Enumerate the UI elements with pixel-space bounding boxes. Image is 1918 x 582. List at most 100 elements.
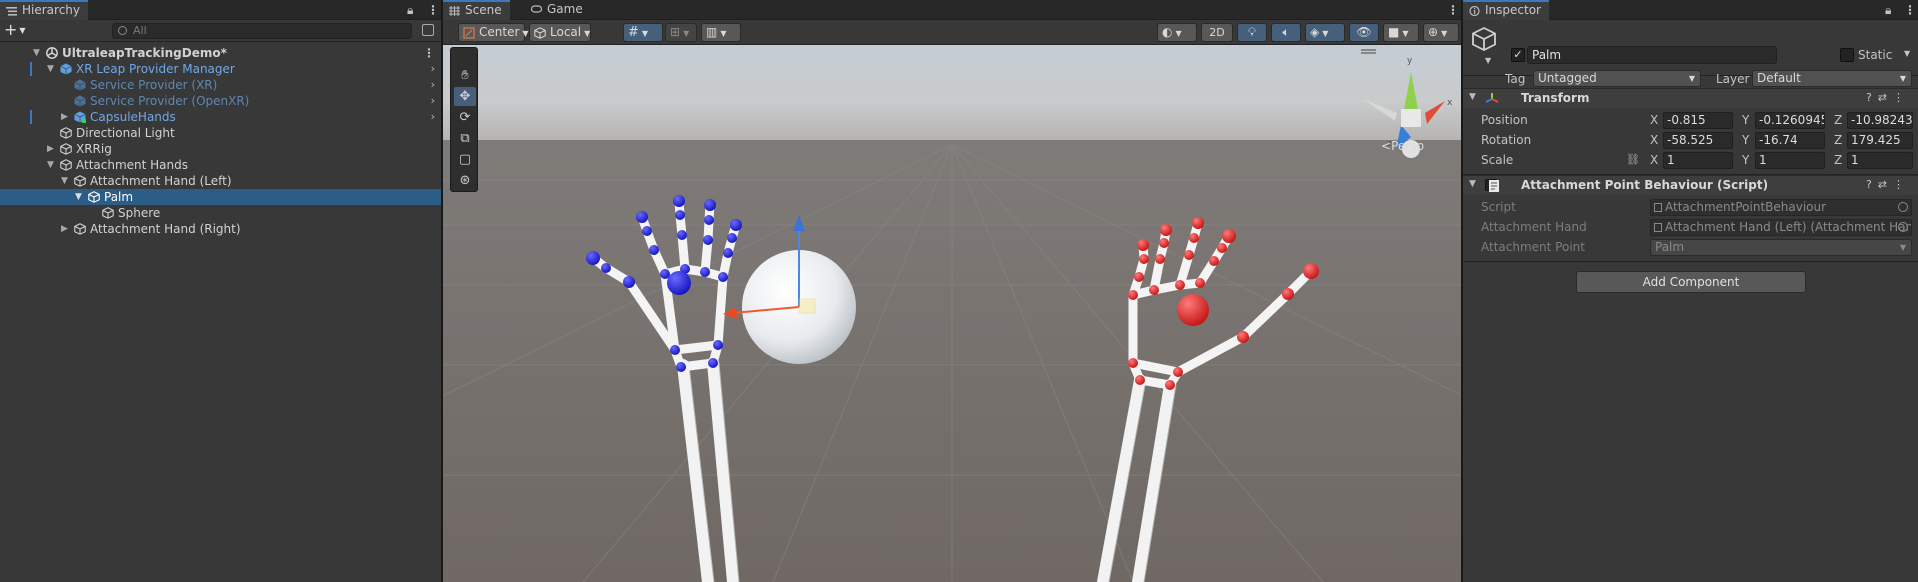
tab-game[interactable]: Game — [525, 0, 591, 20]
preset-icon[interactable]: ⇄ — [1878, 178, 1893, 191]
tree-row-capsule-hands[interactable]: ▶ CapsuleHands › — [0, 109, 441, 125]
position-x-field[interactable]: -0.815 — [1663, 112, 1733, 129]
collapse-arrow-icon[interactable]: ▶ — [61, 109, 68, 125]
tree-row-attachment-hand-left[interactable]: ▼ Attachment Hand (Left) — [0, 173, 441, 189]
tree-row-xr-leap-provider-manager[interactable]: ▼ XR Leap Provider Manager › — [0, 61, 441, 77]
grid-snap-toggle[interactable]: # ▼ — [623, 23, 663, 42]
fold-arrow-icon[interactable]: ▼ — [1469, 92, 1476, 102]
perspective-label[interactable]: <Persp — [1381, 139, 1424, 153]
open-prefab-icon[interactable]: › — [431, 93, 435, 109]
position-z-field[interactable]: -10.98243 — [1847, 112, 1913, 129]
tree-row-xrrig[interactable]: ▶ XRRig — [0, 141, 441, 157]
scale-y-field[interactable]: 1 — [1755, 152, 1825, 169]
open-prefab-icon[interactable]: › — [431, 77, 435, 93]
preset-icon[interactable]: ⇄ — [1878, 91, 1893, 104]
axis-z-label[interactable]: Z — [1834, 113, 1842, 127]
object-name-field[interactable]: Palm — [1527, 46, 1777, 64]
rotation-z-field[interactable]: 179.425 — [1847, 132, 1913, 149]
view-hand-icon[interactable]: ✋︎ — [454, 66, 476, 85]
search-filter-icon[interactable] — [422, 24, 434, 36]
gizmos-dropdown[interactable]: ⊕ ▼ — [1423, 23, 1459, 42]
rotation-x-field[interactable]: -58.525 — [1663, 132, 1733, 149]
axis-y-label[interactable]: Y — [1742, 153, 1749, 167]
tab-inspector[interactable]: Inspector — [1463, 0, 1549, 20]
hierarchy-search-input[interactable]: All — [112, 23, 412, 39]
attachment-hand-field[interactable]: Attachment Hand (Left) (Attachment Hand) — [1650, 219, 1912, 236]
expand-arrow-icon[interactable]: ▼ — [75, 189, 82, 205]
active-checkbox[interactable]: ✓ — [1511, 48, 1525, 62]
tree-row-scene[interactable]: ▼ UltraleapTrackingDemo* ⋮ — [0, 45, 441, 61]
shading-mode-dropdown[interactable]: ◐ ▼ — [1157, 23, 1197, 42]
static-checkbox[interactable] — [1840, 48, 1854, 62]
transform-header[interactable]: ▼ Transform ?⇄⋮ — [1463, 88, 1918, 108]
more-options-icon[interactable]: ⋮ — [1904, 3, 1916, 17]
tree-row-service-provider-openxr[interactable]: Service Provider (OpenXR) › — [0, 93, 441, 109]
layer-dropdown[interactable]: Default ▼ — [1752, 70, 1912, 87]
scale-z-field[interactable]: 1 — [1847, 152, 1913, 169]
axis-y-label[interactable]: Y — [1742, 113, 1749, 127]
static-dropdown-icon[interactable]: ▼ — [1904, 49, 1910, 58]
scale-icon[interactable]: ⧉ — [454, 129, 476, 148]
hidden-objects-toggle[interactable]: 👁︎ — [1349, 23, 1379, 42]
audio-toggle[interactable]: 🔈︎ — [1271, 23, 1301, 42]
open-prefab-icon[interactable]: › — [431, 109, 435, 125]
space-local-dropdown[interactable]: Local ▼ — [529, 23, 591, 42]
tree-row-attachment-hand-right[interactable]: ▶ Attachment Hand (Right) — [0, 221, 441, 237]
object-picker-icon[interactable] — [1898, 222, 1908, 232]
expand-arrow-icon[interactable]: ▼ — [61, 173, 68, 189]
position-y-field[interactable]: -0.1260945 — [1755, 112, 1825, 129]
collapse-arrow-icon[interactable]: ▶ — [61, 221, 68, 237]
attachment-point-dropdown[interactable]: Palm ▼ — [1650, 239, 1912, 256]
tree-row-directional-light[interactable]: Directional Light — [0, 125, 441, 141]
more-options-icon[interactable]: ⋮ — [1447, 3, 1459, 17]
help-icon[interactable]: ? — [1866, 91, 1878, 104]
rect-icon[interactable]: ▢ — [454, 150, 476, 169]
mode-2d-toggle[interactable]: 2D — [1201, 23, 1233, 42]
lock-icon[interactable]: 🔒︎ — [1885, 3, 1891, 18]
increment-snap-button[interactable]: ⊞ ▼ — [665, 23, 697, 42]
pivot-center-dropdown[interactable]: Center ▼ — [458, 23, 529, 42]
gameobject-cube-icon — [88, 191, 100, 203]
add-component-button[interactable]: Add Component — [1576, 271, 1806, 293]
fold-arrow-icon[interactable]: ▼ — [1469, 179, 1476, 189]
add-object-button[interactable]: + ▼ — [4, 22, 26, 39]
scale-x-field[interactable]: 1 — [1663, 152, 1733, 169]
script-component-header[interactable]: ▼ Attachment Point Behaviour (Script) ?⇄… — [1463, 175, 1918, 195]
expand-arrow-icon[interactable]: ▼ — [33, 45, 40, 61]
axis-x-label[interactable]: X — [1650, 153, 1658, 167]
component-menu-icon[interactable]: ⋮ — [1893, 91, 1910, 104]
lighting-toggle[interactable]: 💡︎ — [1237, 23, 1267, 42]
scene-viewport[interactable]: y x z — [443, 45, 1461, 582]
tag-dropdown[interactable]: Untagged ▼ — [1533, 70, 1701, 87]
tree-row-attachment-hands[interactable]: ▼ Attachment Hands — [0, 157, 441, 173]
tree-row-service-provider-xr[interactable]: Service Provider (XR) › — [0, 77, 441, 93]
rotate-icon[interactable]: ⟳ — [454, 108, 476, 127]
axis-x-label[interactable]: X — [1650, 113, 1658, 127]
scale-y-value: 1 — [1759, 153, 1767, 167]
lock-icon[interactable]: 🔒︎ — [407, 3, 413, 18]
collapse-arrow-icon[interactable]: ▶ — [47, 141, 54, 157]
rotation-y-field[interactable]: -16.74 — [1755, 132, 1825, 149]
transform-icon[interactable]: ⊛ — [454, 171, 476, 190]
effects-dropdown[interactable]: ◈ ▼ — [1305, 23, 1345, 42]
expand-arrow-icon[interactable]: ▼ — [47, 157, 54, 173]
component-menu-icon[interactable]: ⋮ — [1893, 178, 1910, 191]
axis-x-label[interactable]: X — [1650, 133, 1658, 147]
tab-scene[interactable]: Scene — [443, 0, 510, 20]
axis-y-label[interactable]: Y — [1742, 133, 1749, 147]
scene-more-icon[interactable]: ⋮ — [423, 45, 435, 61]
object-icon-caret-icon[interactable]: ▼ — [1485, 56, 1491, 65]
grid-visibility-button[interactable]: ▥ ▼ — [701, 23, 741, 42]
tab-hierarchy[interactable]: Hierarchy — [0, 0, 89, 20]
axis-z-label[interactable]: Z — [1834, 153, 1842, 167]
help-icon[interactable]: ? — [1866, 178, 1878, 191]
axis-z-label[interactable]: Z — [1834, 133, 1842, 147]
camera-dropdown[interactable]: ■ ▼ — [1383, 23, 1419, 42]
tree-row-palm[interactable]: ▼ Palm — [0, 189, 441, 205]
more-options-icon[interactable]: ⋮ — [427, 3, 439, 17]
move-icon[interactable]: ✥ — [454, 87, 476, 106]
constrain-proportions-icon[interactable]: ⛓︎ — [1626, 153, 1640, 166]
open-prefab-icon[interactable]: › — [431, 61, 435, 77]
tree-row-sphere[interactable]: Sphere — [0, 205, 441, 221]
expand-arrow-icon[interactable]: ▼ — [47, 61, 54, 77]
